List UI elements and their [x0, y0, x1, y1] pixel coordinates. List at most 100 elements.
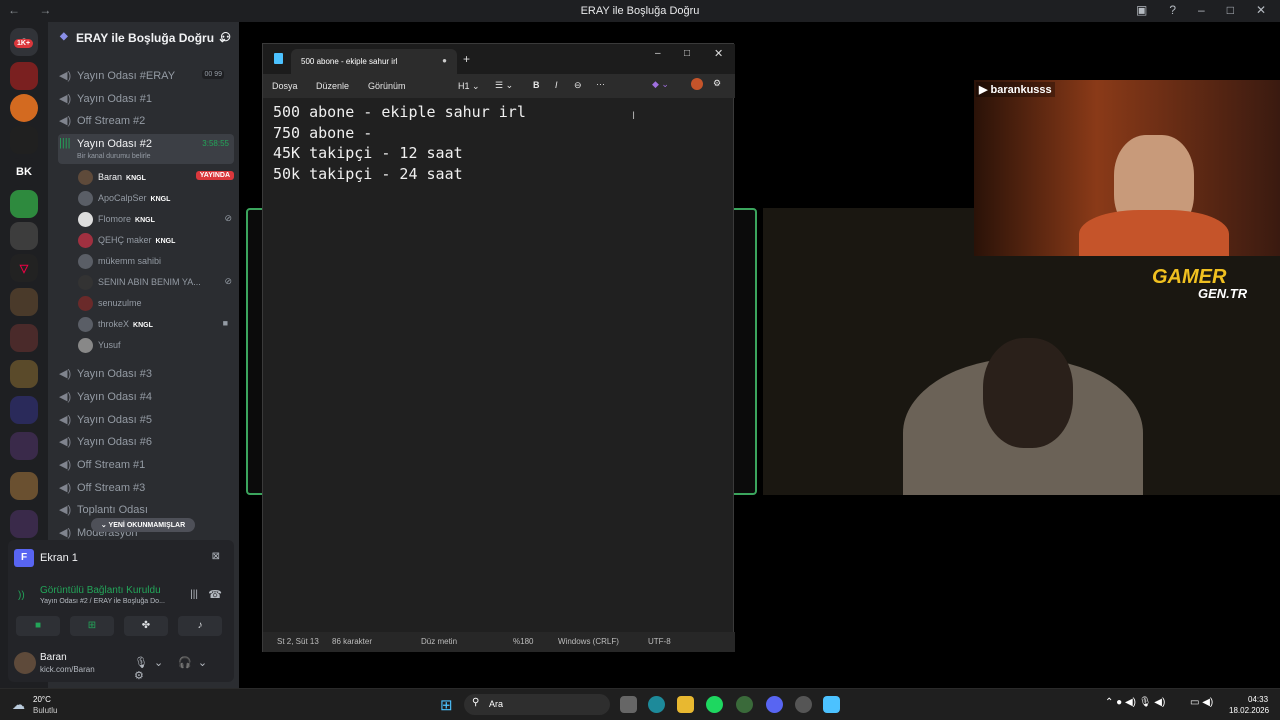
notepad-editor[interactable]: 500 abone - ekiple sahur irl 750 abone - 4… [273, 102, 526, 184]
member[interactable]: QEHÇ maker KNGL [78, 230, 238, 250]
server-folder[interactable] [10, 396, 38, 424]
member-baran[interactable]: Baran KNGL YAYINDA [78, 167, 238, 187]
user-controls[interactable]: 🎙⌄ 🎧⌄ ⚙ [134, 656, 234, 682]
copilot-icon[interactable]: ◆ ⌄ [652, 79, 669, 90]
guild-header[interactable]: ◆ ERAY ile Boşluğa Doğru ⌄ ⚇ [48, 22, 239, 54]
menu-file[interactable]: Dosya [272, 81, 298, 91]
weather-temp[interactable]: 20°C [33, 695, 51, 704]
stop-share-icon[interactable]: ⊠ [212, 551, 220, 562]
tab-document[interactable]: 500 abone - ekiple sahur irl ● [291, 49, 457, 74]
heading-dropdown[interactable]: H1 ⌄ [458, 81, 480, 92]
close-icon[interactable]: ✕ [1256, 3, 1266, 17]
tray-icons[interactable]: ⌃ ● ◀) 🎙 ◀) [1105, 697, 1165, 708]
channel-status[interactable]: Bir kanal durumu belirle [77, 153, 151, 160]
member[interactable]: Flomore KNGL ⊘ [78, 209, 238, 229]
server-icon[interactable] [10, 126, 38, 154]
channel-yayin-2-active[interactable]: |||| Yayın Odası #2 3:58:55 Bir kanal du… [58, 134, 234, 164]
channel-off-2[interactable]: ◀) Off Stream #2 [58, 111, 234, 131]
maximize-icon[interactable]: □ [684, 48, 690, 59]
server-folder[interactable] [10, 324, 38, 352]
server-icon[interactable]: ▽ [10, 254, 38, 282]
settings-icon[interactable]: ⚙ [713, 78, 721, 89]
server-icon[interactable] [10, 62, 38, 90]
noise-icon[interactable]: ||| [190, 589, 198, 600]
menu-view[interactable]: Görünüm [368, 81, 406, 91]
new-tab-button[interactable]: + [463, 52, 470, 66]
server-icon[interactable] [10, 222, 38, 250]
server-folder[interactable] [10, 432, 38, 460]
member[interactable]: throkeX KNGL ■ [78, 314, 238, 334]
menu-edit[interactable]: Düzenle [316, 81, 349, 91]
italic-icon[interactable]: I [555, 80, 558, 90]
discord-icon[interactable] [766, 696, 783, 713]
weather-desc[interactable]: Bulutlu [33, 706, 57, 715]
clock-time[interactable]: 04:33 [1248, 695, 1268, 704]
channel[interactable]: ◀) Yayın Odası #4 [58, 387, 234, 407]
member[interactable]: senuzulme [78, 293, 238, 313]
more-icon[interactable]: ··· [596, 79, 605, 89]
channel[interactable]: ◀) Yayın Odası #3 [58, 364, 234, 384]
server-icon-active[interactable] [10, 94, 38, 122]
server-folder[interactable] [10, 472, 38, 500]
server-icon[interactable] [10, 190, 38, 218]
app-icon[interactable] [736, 696, 753, 713]
add-member-icon[interactable]: ⚇ [220, 30, 231, 44]
activities-button[interactable]: ✤ [124, 616, 168, 636]
zoom-level[interactable]: %180 [513, 637, 533, 646]
member[interactable]: mükemm sahibi [78, 251, 238, 271]
channel[interactable]: ◀) Toplantı Odası [58, 500, 234, 520]
edge-icon[interactable] [648, 696, 665, 713]
list-icon[interactable]: ☰ ⌄ [495, 80, 513, 91]
voice-channel-icon: ◀) [59, 527, 72, 539]
channel[interactable]: ◀) Off Stream #3 [58, 478, 234, 498]
camera-button[interactable]: ■ [16, 616, 60, 636]
channel[interactable]: ◀) Off Stream #1 [58, 455, 234, 475]
voice-connected-label[interactable]: Görüntülü Bağlantı Kuruldu [40, 585, 161, 596]
server-folder[interactable] [10, 510, 38, 538]
notepad-taskbar-icon[interactable] [823, 696, 840, 713]
channel-yayin-1[interactable]: ◀) Yayın Odası #1 [58, 89, 234, 109]
help-icon[interactable]: ? [1169, 3, 1176, 17]
search-box[interactable]: ⚲ Ara [464, 694, 610, 715]
close-icon[interactable]: ✕ [714, 47, 723, 60]
muted-icon: ⊘ [224, 276, 232, 286]
inbox-icon[interactable]: ▣ [1136, 3, 1147, 17]
char-count: 86 karakter [332, 637, 373, 646]
member[interactable]: Yusuf [78, 335, 238, 355]
unsaved-dot-icon[interactable]: ● [442, 56, 447, 65]
voice-channel-path[interactable]: Yayın Odası #2 / ERAY ile Boşluğa Do... [40, 598, 165, 605]
new-unreads-pill[interactable]: ⌄ YENİ OKUNMAMIŞLAR [91, 518, 195, 532]
spotify-icon[interactable] [706, 696, 723, 713]
explorer-icon[interactable] [677, 696, 694, 713]
channel[interactable]: ◀) Yayın Odası #6 [58, 432, 234, 452]
server-folder[interactable] [10, 360, 38, 388]
maximize-icon[interactable]: □ [1227, 3, 1234, 17]
link-icon[interactable]: ⊖ [574, 80, 582, 91]
tray-icons-2[interactable]: ▭ ◀) [1190, 697, 1213, 708]
chrome-icon[interactable] [795, 696, 812, 713]
taskview-icon[interactable] [620, 696, 637, 713]
minimize-icon[interactable]: – [655, 48, 661, 59]
server-bk[interactable]: BK [10, 158, 38, 186]
minimize-icon[interactable]: – [1198, 3, 1205, 17]
text-mode[interactable]: Düz metin [421, 637, 457, 646]
member[interactable]: SENIN ABIN BENIM YA... ⊘ [78, 272, 238, 292]
soundboard-button[interactable]: ♪ [178, 616, 222, 636]
disconnect-icon[interactable]: ☎ [208, 588, 222, 601]
channel-yayin-eray[interactable]: ◀) Yayın Odası #ERAY 00 99 [58, 66, 234, 86]
search-icon: ⚲ [472, 697, 480, 708]
avatar [78, 275, 93, 290]
clock-date[interactable]: 18.02.2026 [1229, 706, 1269, 715]
search-placeholder: Ara [489, 699, 504, 709]
server-folder[interactable] [10, 288, 38, 316]
bold-icon[interactable]: B [533, 80, 540, 90]
line-ending[interactable]: Windows (CRLF) [558, 637, 619, 646]
encoding[interactable]: UTF-8 [648, 637, 671, 646]
member[interactable]: ApoCalpSer KNGL [78, 188, 238, 208]
start-icon[interactable]: ⊞ [440, 696, 453, 714]
user-avatar[interactable] [14, 652, 36, 674]
screenshare-button[interactable]: ⊞ [70, 616, 114, 636]
profile-avatar[interactable] [691, 78, 703, 90]
cursor-position: St 2, Süt 13 [277, 637, 319, 646]
channel[interactable]: ◀) Yayın Odası #5 [58, 410, 234, 430]
